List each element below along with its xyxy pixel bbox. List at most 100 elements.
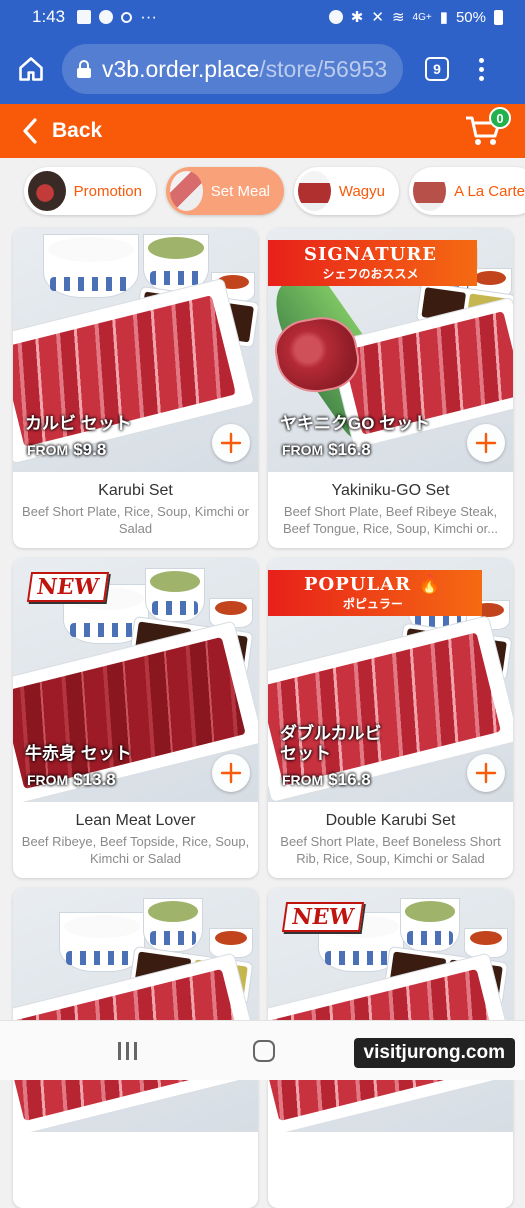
- product-jp-name: カルビ セット: [25, 414, 132, 433]
- tag-subtitle: ポピュラー: [342, 597, 403, 611]
- product-image: SIGNATURE シェフのおススメ ヤキニクGO セット FROM $16.8: [268, 228, 513, 472]
- price-amount: $13.8: [73, 770, 116, 789]
- product-info: Lean Meat Lover Beef Ribeye, Beef Topsid…: [13, 802, 258, 878]
- tag-title: POPULAR: [304, 574, 412, 595]
- price-from: FROM: [282, 442, 324, 458]
- category-tab-set-meal[interactable]: Set Meal: [166, 167, 284, 215]
- recent-apps-button[interactable]: [118, 1041, 137, 1060]
- price-amount: $16.8: [328, 770, 371, 789]
- url-path: /store/56953: [259, 55, 388, 82]
- watermark: visitjurong.com: [353, 1038, 515, 1068]
- tag-subtitle: シェフのおススメ: [322, 267, 419, 281]
- product-description: Beef Short Plate, Rice, Soup, Kimchi or …: [22, 504, 249, 536]
- circle-notification-icon: [121, 11, 133, 23]
- cart-count-badge: 0: [489, 107, 511, 129]
- product-card-lean-meat-lover[interactable]: NEW 牛赤身 セット FROM $13.8 Lean Meat Lover Be…: [13, 558, 258, 878]
- product-price: FROM $16.8: [282, 440, 371, 460]
- product-jp-name: ダブルカルビ セット: [280, 724, 382, 764]
- product-description: Beef Short Plate, Beef Ribeye Steak, Bee…: [282, 504, 499, 536]
- plus-icon: [475, 762, 497, 784]
- category-tab-wagyu[interactable]: Wagyu: [294, 167, 399, 215]
- add-to-cart-button[interactable]: [467, 424, 505, 462]
- signal-icon: ▮: [439, 9, 448, 26]
- soup-bowl-image: [145, 568, 205, 622]
- price-from: FROM: [27, 772, 69, 788]
- gallery-icon: [77, 10, 92, 24]
- product-card-yakiniku-go-set[interactable]: SIGNATURE シェフのおススメ ヤキニクGO セット FROM $16.8 Y…: [268, 228, 513, 548]
- soup-bowl-image: [143, 898, 203, 952]
- soup-bowl-image: [400, 898, 460, 952]
- url-host: v3b.order.place: [102, 55, 260, 82]
- category-label: Promotion: [73, 182, 142, 200]
- product-card-double-karubi-set[interactable]: POPULAR 🔥 ポピュラー ダブルカルビ セット FROM $16.8 Doubl…: [268, 558, 513, 878]
- whatsapp-icon: [99, 10, 114, 24]
- product-name: Lean Meat Lover: [75, 812, 196, 829]
- category-thumbnail: [28, 171, 66, 211]
- recent-apps-icon: [134, 1041, 137, 1060]
- bluetooth-icon: ✱: [350, 9, 364, 26]
- app-header: Back 0: [0, 104, 525, 158]
- category-tab-a-la-carte[interactable]: A La Carte: [409, 167, 525, 215]
- product-card-karubi-set[interactable]: カルビ セット FROM $9.8 Karubi Set Beef Short P…: [13, 228, 258, 548]
- plus-icon: [220, 432, 242, 454]
- add-to-cart-button[interactable]: [467, 754, 505, 792]
- network-type: 4G+: [412, 11, 432, 23]
- product-description: Beef Short Plate, Beef Boneless Short Ri…: [280, 834, 501, 866]
- product-info: Karubi Set Beef Short Plate, Rice, Soup,…: [13, 472, 258, 548]
- product-info: Yakiniku-GO Set Beef Short Plate, Beef R…: [268, 472, 513, 548]
- price-from: FROM: [282, 772, 324, 788]
- popular-tag: POPULAR 🔥 ポピュラー: [268, 570, 482, 616]
- recent-apps-icon: [126, 1041, 129, 1060]
- category-tabs: Promotion Set Meal Wagyu A La Carte: [0, 158, 525, 224]
- product-name: Karubi Set: [98, 482, 173, 499]
- rice-bowl-image: [43, 234, 139, 298]
- jp-name-line: セット: [280, 744, 331, 763]
- price-amount: $16.8: [328, 440, 371, 459]
- plus-icon: [220, 762, 242, 784]
- recent-apps-icon: [118, 1041, 121, 1060]
- browser-menu-button[interactable]: [479, 57, 484, 81]
- back-button[interactable]: Back: [22, 118, 102, 144]
- system-icons: ✱ ✕ ≋ 4G+ ▮ 50%: [328, 8, 503, 26]
- address-bar[interactable]: v3b.order.place/store/56953: [62, 44, 403, 94]
- product-name: Yakiniku-GO Set: [331, 482, 450, 499]
- add-to-cart-button[interactable]: [212, 424, 250, 462]
- dot-icon: [479, 75, 484, 81]
- back-label: Back: [52, 119, 103, 142]
- product-price: FROM $13.8: [27, 770, 116, 790]
- product-image: POPULAR 🔥 ポピュラー ダブルカルビ セット FROM $16.8: [268, 558, 513, 802]
- price-amount: $9.8: [73, 440, 107, 459]
- wifi-icon: ≋: [391, 9, 405, 26]
- category-tab-promotion[interactable]: Promotion: [24, 167, 156, 215]
- more-notifications-icon: ···: [140, 7, 158, 26]
- battery-percent: 50%: [455, 8, 486, 26]
- chevron-left-icon: [23, 118, 37, 144]
- battery-icon: [494, 9, 503, 25]
- browser-home-button[interactable]: [14, 52, 48, 86]
- product-image: カルビ セット FROM $9.8: [13, 228, 258, 472]
- add-to-cart-button[interactable]: [212, 754, 250, 792]
- notification-icons: ···: [77, 7, 157, 27]
- new-tag: NEW: [281, 902, 364, 932]
- category-thumbnail: [413, 171, 447, 211]
- mute-icon: ✕: [371, 9, 384, 26]
- product-jp-name: ヤキニクGO セット: [280, 414, 431, 433]
- dot-icon: [479, 66, 484, 72]
- category-label: Set Meal: [210, 182, 270, 200]
- cart-button[interactable]: 0: [463, 107, 511, 151]
- product-image: [13, 888, 258, 1132]
- product-price: FROM $9.8: [27, 440, 106, 460]
- status-bar: 1:43 ··· ✱ ✕ ≋ 4G+ ▮ 50%: [0, 0, 525, 34]
- browser-toolbar: v3b.order.place/store/56953 9: [0, 34, 525, 104]
- category-label: A La Carte: [454, 182, 525, 200]
- lock-icon: [76, 60, 92, 78]
- product-image: NEW 牛赤身 セット FROM $13.8: [13, 558, 258, 802]
- alarm-icon: [328, 10, 343, 24]
- dot-icon: [479, 57, 484, 63]
- category-thumbnail: [170, 171, 203, 211]
- product-image: NEW: [268, 888, 513, 1132]
- home-button[interactable]: [253, 1039, 275, 1062]
- signature-tag: SIGNATURE シェフのおススメ: [268, 240, 477, 286]
- tab-switcher-button[interactable]: 9: [425, 57, 449, 81]
- jp-name-line: ダブルカルビ: [280, 724, 382, 743]
